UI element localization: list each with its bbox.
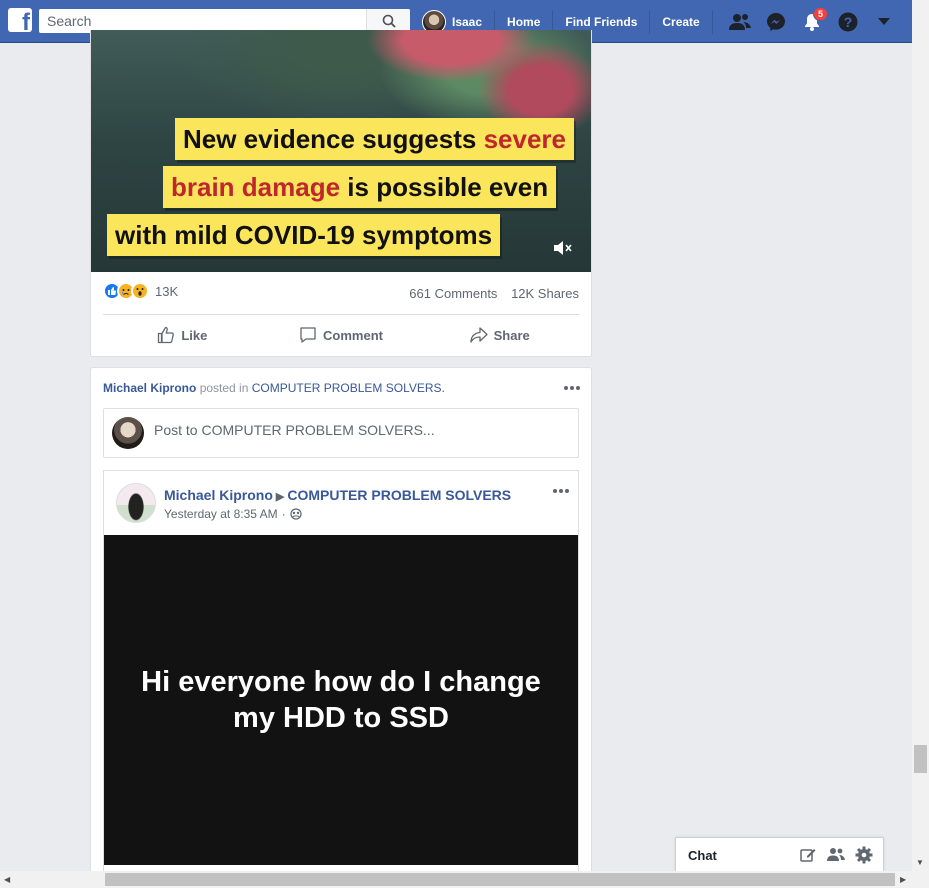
logo-letter: f bbox=[22, 9, 30, 36]
shares-count-link[interactable]: 12K Shares bbox=[511, 286, 579, 301]
nav-icon-group: 5 ? bbox=[722, 0, 902, 43]
meta-separator: · bbox=[281, 507, 286, 521]
messenger-icon bbox=[767, 12, 785, 31]
vertical-scrollbar[interactable] bbox=[912, 0, 929, 871]
shared-author-avatar[interactable] bbox=[116, 483, 156, 523]
nav-create[interactable]: Create bbox=[650, 9, 713, 34]
share-button[interactable]: Share bbox=[420, 316, 579, 354]
more-options-icon bbox=[553, 489, 569, 493]
group-audience-icon bbox=[290, 508, 302, 520]
posted-in-text: posted in bbox=[199, 381, 249, 395]
new-message-icon[interactable] bbox=[799, 846, 817, 864]
feed-post-video: New evidence suggests severe brain damag… bbox=[90, 30, 592, 357]
caption-highlight: brain damage bbox=[171, 172, 341, 202]
post-meta: Yesterday at 8:35 AM · bbox=[164, 507, 302, 521]
post-actions: Like Comment Share bbox=[103, 316, 579, 354]
post-timestamp[interactable]: Yesterday at 8:35 AM bbox=[164, 507, 278, 521]
facebook-logo[interactable]: f bbox=[8, 8, 32, 36]
arrow-right-icon: ▶ bbox=[275, 491, 285, 503]
group-composer bbox=[103, 408, 579, 458]
share-label: Share bbox=[493, 327, 530, 343]
post-header: Michael Kiprono posted in COMPUTER PROBL… bbox=[103, 381, 445, 395]
text-background-post[interactable]: Hi everyone how do I change my HDD to SS… bbox=[104, 535, 578, 865]
friends-icon bbox=[729, 13, 751, 30]
chat-bar[interactable]: Chat bbox=[675, 837, 884, 871]
like-icon bbox=[158, 326, 175, 344]
post-options-button[interactable] bbox=[563, 378, 581, 396]
shared-post: Michael Kiprono ▶ COMPUTER PROBLEM SOLVERS… bbox=[103, 470, 579, 888]
composer-input[interactable] bbox=[154, 422, 554, 438]
caption-highlight: severe bbox=[483, 124, 566, 154]
post-text: Hi everyone how do I change my HDD to SS… bbox=[141, 666, 541, 734]
search-icon bbox=[382, 14, 396, 28]
friend-requests-button[interactable] bbox=[722, 0, 758, 43]
scroll-right-arrow-icon[interactable]: ▶ bbox=[900, 875, 906, 884]
account-menu-icon bbox=[878, 17, 890, 25]
account-menu-button[interactable] bbox=[866, 0, 902, 43]
author-link[interactable]: Michael Kiprono bbox=[103, 381, 196, 395]
video-caption-line-1: New evidence suggests severe bbox=[175, 118, 574, 160]
caption-text: New evidence suggests bbox=[183, 124, 484, 154]
video-caption-line-2: brain damage is possible even bbox=[163, 166, 557, 208]
header-period: . bbox=[441, 381, 445, 395]
comment-label: Comment bbox=[323, 327, 383, 343]
scroll-left-arrow-icon[interactable]: ◀ bbox=[4, 875, 10, 884]
shared-group-link[interactable]: COMPUTER PROBLEM SOLVERS bbox=[287, 487, 511, 503]
horizontal-scrollbar-thumb[interactable] bbox=[105, 873, 895, 886]
like-label: Like bbox=[181, 327, 208, 343]
stats-divider bbox=[103, 314, 579, 315]
post-stats: 661 Comments 12K Shares bbox=[399, 286, 579, 301]
vertical-scrollbar-thumb[interactable] bbox=[914, 745, 927, 773]
more-options-icon bbox=[564, 386, 580, 390]
group-link[interactable]: COMPUTER PROBLEM SOLVERS bbox=[252, 381, 442, 395]
reaction-count: 13K bbox=[155, 283, 179, 299]
chat-label: Chat bbox=[688, 848, 717, 863]
shared-author-link[interactable]: Michael Kiprono bbox=[164, 487, 273, 503]
messenger-button[interactable] bbox=[758, 0, 794, 43]
feed-post-group: Michael Kiprono posted in COMPUTER PROBL… bbox=[90, 367, 592, 888]
video-caption-line-3: with mild COVID-19 symptoms bbox=[107, 214, 501, 256]
help-icon: ? bbox=[838, 12, 858, 31]
shared-post-options-button[interactable] bbox=[552, 481, 570, 499]
svg-text:?: ? bbox=[844, 14, 853, 30]
profile-name: Isaac bbox=[452, 14, 483, 29]
video-player[interactable]: New evidence suggests severe brain damag… bbox=[91, 30, 591, 272]
notification-badge: 5 bbox=[813, 7, 829, 21]
comment-icon bbox=[300, 327, 316, 343]
reaction-summary[interactable]: 13K bbox=[103, 282, 178, 300]
scroll-down-arrow-icon[interactable]: ▼ bbox=[916, 858, 924, 867]
notifications-button[interactable]: 5 bbox=[794, 0, 830, 43]
create-group-icon[interactable] bbox=[827, 846, 845, 864]
wow-reaction-icon bbox=[131, 282, 149, 300]
chat-icon-group bbox=[799, 846, 873, 864]
share-icon bbox=[469, 327, 488, 343]
caption-text: with mild COVID-19 symptoms bbox=[115, 220, 493, 250]
caption-text: is possible even bbox=[340, 172, 549, 202]
chat-settings-icon[interactable] bbox=[855, 846, 873, 864]
shared-post-header: Michael Kiprono ▶ COMPUTER PROBLEM SOLVERS bbox=[164, 487, 511, 503]
like-button[interactable]: Like bbox=[103, 316, 262, 354]
composer-avatar bbox=[112, 417, 144, 449]
comment-button[interactable]: Comment bbox=[262, 316, 421, 354]
help-button[interactable]: ? bbox=[830, 0, 866, 43]
mute-icon[interactable] bbox=[552, 238, 574, 258]
comments-count-link[interactable]: 661 Comments bbox=[409, 286, 497, 301]
